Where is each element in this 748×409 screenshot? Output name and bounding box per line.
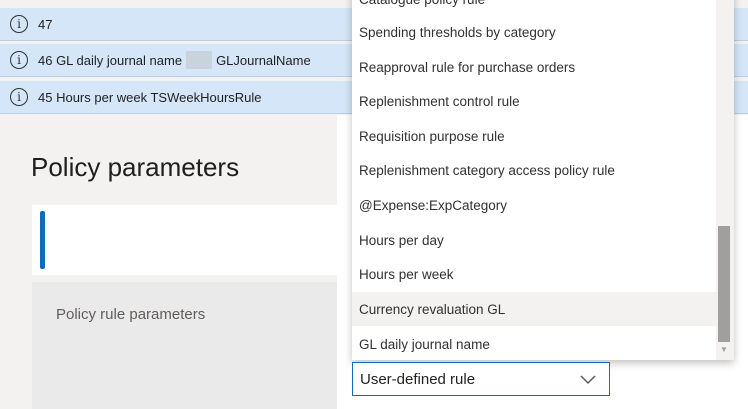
- rule-type-select[interactable]: User-defined rule: [352, 362, 610, 396]
- info-icon: i: [10, 88, 28, 106]
- info-icon: i: [10, 51, 28, 69]
- dropdown-option[interactable]: @Expense:ExpCategory: [352, 188, 716, 222]
- message-text: 46 GL daily journal name GLJournalName: [38, 51, 311, 69]
- page-title: Policy parameters: [31, 152, 240, 182]
- dropdown-option[interactable]: Replenishment control rule: [352, 84, 716, 118]
- dropdown-option[interactable]: Reapproval rule for purchase orders: [352, 50, 716, 84]
- message-text: 45 Hours per week TSWeekHoursRule: [38, 89, 262, 105]
- info-icon: i: [10, 15, 28, 33]
- dropdown-option-hovered[interactable]: Currency revaluation GL: [352, 292, 716, 326]
- message-text-start: 46 GL daily journal name: [38, 52, 183, 68]
- redacted-block: [186, 51, 213, 69]
- dropdown-scrollbar-thumb[interactable]: [718, 226, 730, 342]
- dropdown-option[interactable]: Hours per week: [352, 257, 716, 291]
- dropdown-option[interactable]: Hours per day: [352, 223, 716, 257]
- rule-type-select-value: User-defined rule: [360, 370, 476, 388]
- dropdown-option[interactable]: GL daily journal name: [352, 327, 716, 360]
- message-text: 47: [38, 16, 53, 32]
- scroll-down-arrow-icon[interactable]: ▼: [718, 344, 730, 356]
- message-text-end: GLJournalName: [216, 52, 311, 68]
- dropdown-option[interactable]: Requisition purpose rule: [352, 119, 716, 153]
- rule-dropdown-list[interactable]: Catalogue policy rule Spending threshold…: [352, 0, 734, 360]
- selection-accent-bar: [40, 211, 45, 269]
- dropdown-option[interactable]: Replenishment category access policy rul…: [352, 153, 716, 187]
- policy-card[interactable]: [32, 205, 337, 275]
- chevron-down-icon: [580, 375, 596, 385]
- dropdown-option[interactable]: Spending thresholds by category: [352, 15, 716, 49]
- dropdown-option[interactable]: Catalogue policy rule: [352, 0, 716, 16]
- policy-rule-parameters-label: Policy rule parameters: [56, 306, 206, 323]
- policy-rule-panel: Policy rule parameters: [32, 282, 337, 409]
